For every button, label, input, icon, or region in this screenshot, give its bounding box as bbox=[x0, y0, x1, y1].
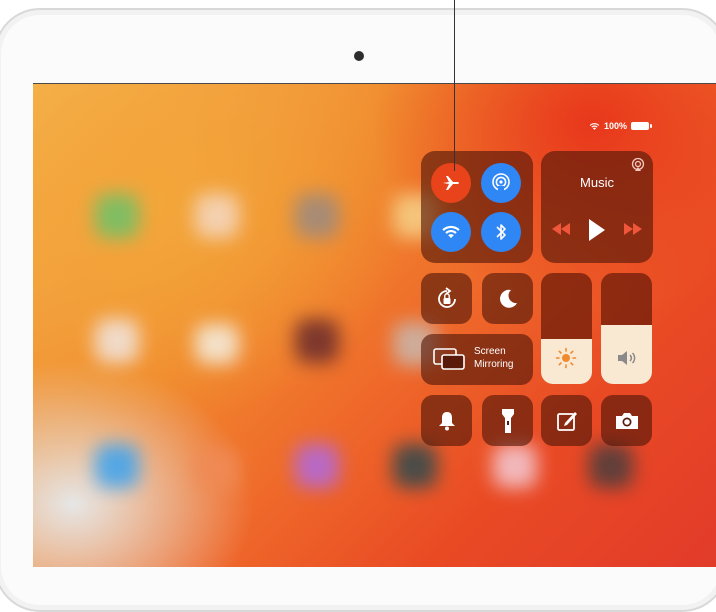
airplane-icon bbox=[443, 176, 459, 190]
battery-icon bbox=[631, 122, 653, 130]
sun-icon bbox=[555, 347, 577, 369]
screen-mirroring-label-line1: Screen bbox=[474, 346, 506, 357]
app-icon bbox=[195, 324, 239, 364]
flashlight-button[interactable] bbox=[482, 395, 533, 446]
screen-mirroring-label: Screen Mirroring bbox=[474, 345, 513, 371]
flashlight-icon bbox=[501, 408, 514, 433]
app-icon bbox=[95, 194, 139, 238]
home-screen: 100% Music Screen Mirroring bbox=[33, 83, 716, 567]
orientation-lock-button[interactable] bbox=[421, 273, 472, 324]
app-icon bbox=[589, 444, 633, 488]
app-icon bbox=[195, 194, 239, 238]
rewind-icon[interactable] bbox=[551, 223, 571, 235]
app-icon bbox=[295, 319, 339, 363]
music-tile[interactable]: Music bbox=[541, 151, 653, 263]
moon-icon bbox=[499, 289, 517, 308]
screen-mirroring-icon bbox=[433, 348, 465, 370]
wifi-icon bbox=[589, 122, 600, 130]
wifi-icon bbox=[442, 225, 460, 239]
notes-icon bbox=[556, 411, 577, 431]
ring-silent-button[interactable] bbox=[421, 395, 472, 446]
fast-forward-icon[interactable] bbox=[623, 223, 643, 235]
volume-slider[interactable] bbox=[601, 273, 652, 384]
screen-mirroring-label-line2: Mirroring bbox=[474, 359, 514, 370]
camera-button[interactable] bbox=[601, 395, 652, 446]
bluetooth-toggle[interactable] bbox=[481, 212, 521, 252]
brightness-slider[interactable] bbox=[541, 273, 592, 384]
bluetooth-icon bbox=[496, 224, 506, 240]
app-icon bbox=[195, 449, 239, 489]
battery-percent: 100% bbox=[604, 121, 628, 131]
speaker-icon bbox=[618, 351, 636, 365]
app-icon bbox=[295, 194, 339, 238]
do-not-disturb-button[interactable] bbox=[482, 273, 533, 324]
front-camera bbox=[354, 51, 364, 61]
music-title: Music bbox=[580, 175, 614, 190]
airplay-icon[interactable] bbox=[631, 158, 645, 172]
camera-icon bbox=[615, 412, 638, 429]
airplane-mode-toggle[interactable] bbox=[431, 163, 471, 203]
notes-button[interactable] bbox=[541, 395, 592, 446]
app-icon bbox=[295, 444, 339, 488]
status-bar: 100% bbox=[589, 121, 653, 131]
orientation-lock-icon bbox=[437, 286, 456, 308]
wifi-toggle[interactable] bbox=[431, 212, 471, 252]
app-icon bbox=[95, 319, 139, 363]
screen-mirroring-button[interactable]: Screen Mirroring bbox=[421, 334, 533, 385]
callout-line bbox=[454, 0, 455, 171]
app-icon bbox=[393, 444, 437, 488]
play-icon[interactable] bbox=[588, 219, 606, 241]
airdrop-toggle[interactable] bbox=[481, 163, 521, 203]
app-icon bbox=[493, 444, 537, 488]
connectivity-tile bbox=[421, 151, 533, 263]
app-icon bbox=[95, 444, 139, 488]
bell-icon bbox=[438, 411, 455, 430]
airdrop-icon bbox=[492, 173, 510, 192]
